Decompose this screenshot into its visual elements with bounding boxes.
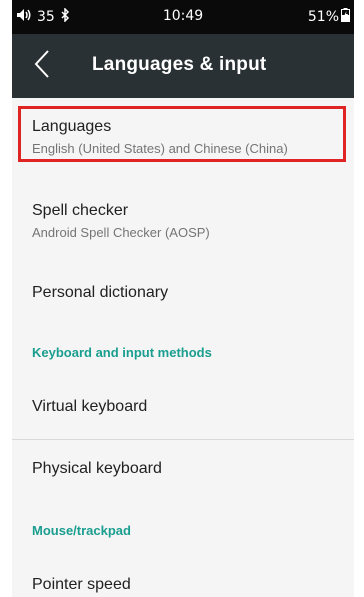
item-subtitle: Android Spell Checker (AOSP) (32, 225, 210, 240)
item-title: Personal dictionary (32, 284, 169, 301)
section-header: Keyboard and input methods (32, 345, 212, 360)
physical-keyboard-item[interactable]: Physical keyboard (12, 450, 354, 490)
status-bar: 35 10:49 51% (12, 0, 354, 34)
item-title: Languages (32, 118, 112, 135)
item-subtitle: English (United States) and Chinese (Chi… (32, 141, 288, 156)
item-title: Virtual keyboard (32, 398, 148, 415)
clock: 10:49 (162, 8, 204, 24)
virtual-keyboard-item[interactable]: Virtual keyboard (12, 388, 354, 428)
item-title: Physical keyboard (32, 460, 162, 477)
item-title: Spell checker (32, 202, 129, 219)
back-arrow-icon (33, 49, 51, 83)
back-button[interactable] (24, 48, 60, 84)
page-title: Languages & input (92, 54, 267, 75)
item-title: Pointer speed (32, 576, 131, 593)
languages-item[interactable]: Languages English (United States) and Ch… (12, 108, 354, 166)
section-header: Mouse/trackpad (32, 523, 131, 538)
battery-percent: 51% (307, 9, 339, 25)
divider (12, 439, 354, 440)
personal-dictionary-item[interactable]: Personal dictionary (12, 274, 354, 314)
battery-icon (341, 8, 350, 26)
status-right: 51% (308, 8, 350, 26)
pointer-speed-item[interactable]: Pointer speed (12, 566, 354, 597)
spell-checker-item[interactable]: Spell checker Android Spell Checker (AOS… (12, 192, 354, 250)
app-bar: Languages & input (12, 34, 354, 98)
screen: 35 10:49 51% Languages & input Languages… (12, 0, 354, 597)
